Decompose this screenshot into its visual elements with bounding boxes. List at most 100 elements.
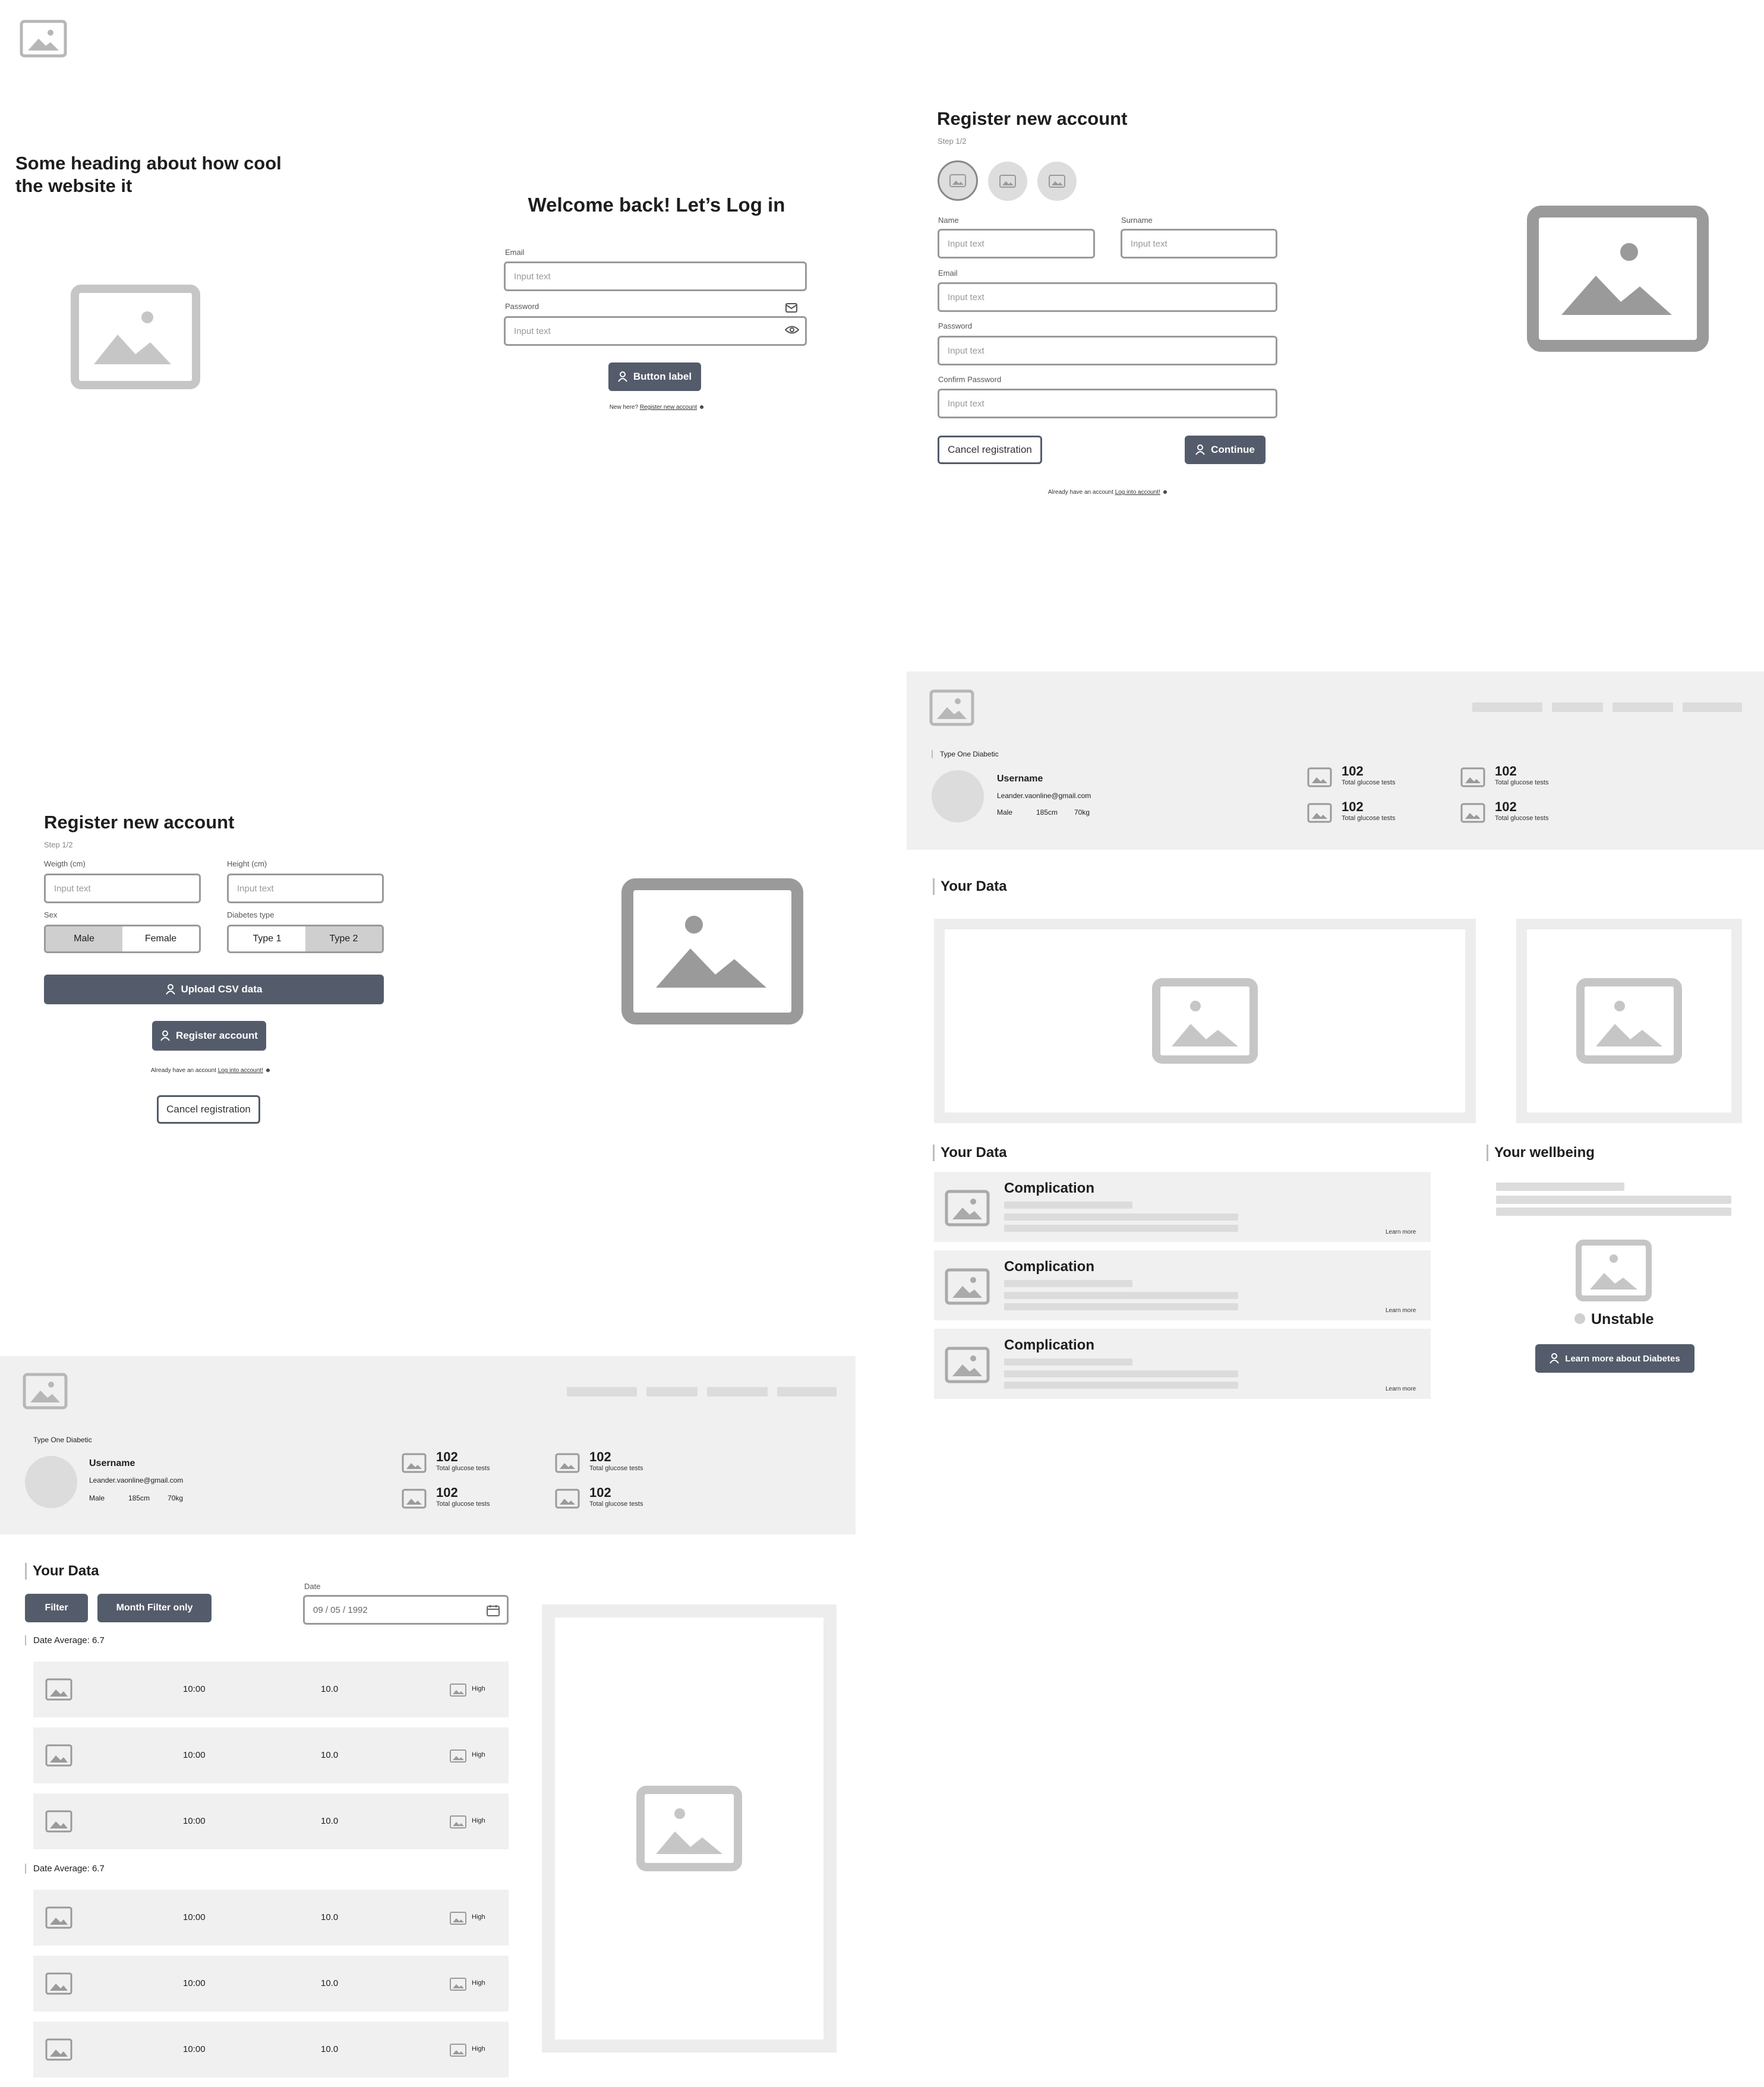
status-dot [1574,1313,1585,1324]
cancel-registration-button[interactable]: Cancel registration [157,1095,260,1124]
image-icon [402,1489,427,1509]
calendar-icon[interactable] [487,1604,500,1616]
filter-button[interactable]: Filter [25,1594,88,1622]
dashboard-header: Type One Diabetic Username Leander.vaonl… [907,672,1764,850]
image-icon [555,1453,580,1473]
eye-icon[interactable] [784,324,800,338]
username: Username [997,774,1043,784]
register-account-button[interactable]: Register account [152,1021,266,1051]
upload-csv-button[interactable]: Upload CSV data [44,975,384,1004]
login-email-input[interactable]: Input text [504,261,807,291]
date-average-label: Date Average: 6.7 [25,1635,105,1645]
user-sex: Male [997,808,1013,816]
datapage-chart-card[interactable] [542,1604,837,2053]
user-icon-small: ☻ [698,404,705,411]
landing-heading: Some heading about how cool the website i… [15,153,282,196]
login-link[interactable]: Log into account! [1115,489,1160,496]
nav-link-2[interactable] [646,1387,698,1396]
height-label: Height (cm) [227,859,267,868]
nav-link-3[interactable] [1612,702,1673,712]
user-weight: 70kg [168,1494,184,1502]
nav-link-4[interactable] [1683,702,1742,712]
name-label: Name [938,216,959,225]
date-input[interactable]: 09 / 05 / 1992 [303,1595,509,1625]
register-password-input[interactable]: Input text [938,336,1277,365]
nav-link-2[interactable] [1552,702,1603,712]
logo-image-icon [18,18,69,59]
name-input[interactable]: Input text [938,229,1095,258]
image-icon [1307,803,1332,823]
learn-more-diabetes-button[interactable]: Learn more about Diabetes [1535,1344,1694,1373]
avatar[interactable] [25,1456,77,1508]
level-icon [450,1684,466,1697]
diabetes-option-type1[interactable]: Type 1 [229,926,305,951]
weight-input[interactable]: Input text [44,874,201,903]
register-email-input[interactable]: Input text [938,282,1277,312]
learn-more-link[interactable]: Learn more [1386,1386,1416,1392]
continue-button[interactable]: Continue [1185,436,1266,464]
complication-card[interactable]: Complication Learn more [934,1329,1431,1399]
table-row[interactable]: 10:00 10.0 High [33,1956,509,2012]
diabetic-type-label: Type One Diabetic [932,750,999,758]
login-button[interactable]: Button label [608,362,701,391]
register2-title: Register new account [44,812,235,833]
sex-option-female[interactable]: Female [122,926,199,951]
register2-login-text: Already have an account Log into account… [150,1067,272,1074]
login-link[interactable]: Log into account! [218,1067,263,1074]
surname-input[interactable]: Input text [1121,229,1277,258]
date-average-label: Date Average: 6.7 [25,1864,105,1874]
learn-more-link[interactable]: Learn more [1386,1229,1416,1235]
user-icon [1550,1353,1560,1364]
landing-image-icon [70,284,201,390]
image-icon [45,1972,72,1995]
table-row[interactable]: 10:00 10.0 High [33,1793,509,1849]
login-title: Welcome back! Let’s Log in [528,194,785,216]
logo-image-icon[interactable] [929,689,974,726]
image-icon [945,1347,990,1383]
level-icon [450,1912,466,1925]
step-3-avatar-icon[interactable] [1037,162,1077,201]
image-icon [1576,978,1682,1064]
register-title: Register new account [937,108,1128,129]
login-password-label: Password [505,302,539,311]
image-icon [45,2038,72,2061]
data-chart-card[interactable] [934,919,1476,1123]
login-password-input[interactable]: Input text [504,316,807,346]
register-email-label: Email [938,269,958,278]
sex-option-male[interactable]: Male [46,926,122,951]
learn-more-link[interactable]: Learn more [1386,1307,1416,1314]
avatar[interactable] [932,770,984,822]
diabetes-type-toggle[interactable]: Type 1 Type 2 [227,925,384,953]
table-row[interactable]: 10:00 10.0 High [33,1890,509,1946]
complication-card[interactable]: Complication Learn more [934,1172,1431,1242]
step-2-avatar-icon[interactable] [988,162,1027,201]
table-row[interactable]: 10:00 10.0 High [33,1662,509,1717]
complication-card[interactable]: Complication Learn more [934,1250,1431,1320]
image-icon [945,1190,990,1227]
nav-link-1[interactable] [567,1387,637,1396]
register-link[interactable]: Register new account [640,404,697,411]
user-email: Leander.vaonline@gmail.com [89,1476,184,1484]
height-input[interactable]: Input text [227,874,384,903]
register-login-text: Already have an account Log into account… [1047,489,1169,496]
month-filter-button[interactable]: Month Filter only [97,1594,212,1622]
nav-link-4[interactable] [777,1387,837,1396]
nav-link-1[interactable] [1472,702,1542,712]
confirm-password-input[interactable]: Input text [938,389,1277,418]
image-icon [1460,767,1485,787]
nav-link-3[interactable] [707,1387,768,1396]
step-1-avatar-icon[interactable] [938,160,978,201]
image-icon [1460,803,1485,823]
logo-image-icon[interactable] [23,1373,68,1410]
level-icon [450,1815,466,1829]
table-row[interactable]: 10:00 10.0 High [33,1727,509,1783]
diabetes-option-type2[interactable]: Type 2 [305,926,382,951]
table-row[interactable]: 10:00 10.0 High [33,2022,509,2077]
sex-toggle[interactable]: Male Female [44,925,201,953]
side-chart-card[interactable] [1516,919,1742,1123]
user-weight: 70kg [1074,808,1090,816]
confirm-password-label: Confirm Password [938,375,1002,384]
cancel-registration-button[interactable]: Cancel registration [938,436,1042,464]
wellbeing-image-icon [1576,1240,1652,1301]
user-icon [1195,444,1205,455]
